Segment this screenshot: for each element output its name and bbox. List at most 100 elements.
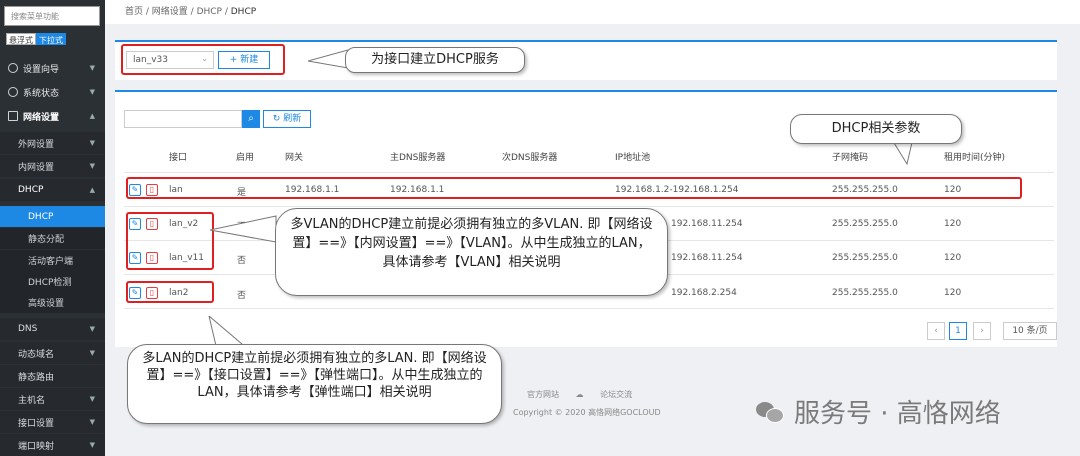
monitor-icon [8,111,18,121]
sidebar-item-label: 设置向导 [23,64,60,75]
official-site-link[interactable]: 官方网站 [527,390,559,399]
refresh-label: 刷新 [283,114,302,124]
row-divider [124,206,1054,207]
cell-enabled: 否 [237,291,247,301]
col-header-gateway: 网关 [285,153,304,163]
breadcrumb: 首页 / 网络设置 / DHCP / DHCP [105,0,1080,24]
sidebar-item-label: 静态路由 [18,372,55,383]
sidebar-item-interface[interactable]: 接口设置 ▼ [0,411,105,433]
sidebar-item-label: DNS [18,324,38,334]
sidebar-item-label: 接口设置 [18,418,55,429]
sidebar: 搜索菜单功能 悬浮式 下拉式 设置向导 ▼ 系统状态 ▼ 网络设置 ▲ 外网设置… [0,0,105,456]
chevron-down-icon: ▼ [89,64,95,72]
chevron-down-icon: ▼ [89,139,95,147]
list-search-input[interactable] [124,110,242,128]
search-button[interactable]: ⌕ [242,110,260,128]
sidebar-item-label: 端口映射 [18,441,55,452]
search-icon: ⌕ [248,113,254,124]
sidebar-item-wan[interactable]: 外网设置 ▼ [0,132,105,154]
cell-enabled: 否 [237,256,247,266]
refresh-button[interactable]: ↻ 刷新 [263,110,311,128]
callout-pointer [308,49,348,69]
sidebar-item-system-status[interactable]: 系统状态 ▼ [0,80,105,104]
prev-page-button[interactable]: ‹ [927,322,945,340]
mode-tab-float[interactable]: 悬浮式 [6,33,36,45]
sidebar-item-label: 主机名 [18,395,46,406]
cloud-icon: ☁ [575,390,584,399]
cell-ip-pool: 192.168.11.254 [671,253,743,263]
menu-search-input[interactable]: 搜索菜单功能 [4,6,100,26]
breadcrumb-dhcp[interactable]: DHCP [197,7,222,17]
breadcrumb-network[interactable]: 网络设置 [152,7,188,17]
forum-link[interactable]: 论坛交流 [600,390,632,399]
menu-mode-toggle: 悬浮式 下拉式 [6,33,66,45]
callout-vlan-note: 多VLAN的DHCP建立前提必须拥有独立的多VLAN. 即【网络设置】==》【内… [275,208,668,296]
highlight-lan2-row [126,281,214,303]
sidebar-item-lan[interactable]: 内网设置 ▼ [0,155,105,177]
watermark-text: 服务号 · 高恪网络 [794,399,1001,429]
breadcrumb-current: DHCP [230,7,257,17]
row-divider [124,172,1054,173]
col-header-subnet: 子网掩码 [832,153,869,163]
cell-subnet: 255.255.255.0 [832,219,898,229]
cell-ip-pool: 192.168.11.254 [671,219,743,229]
sidebar-item-dhcp-group[interactable]: DHCP ▲ [0,179,105,201]
chevron-down-icon: ▼ [89,395,95,403]
mode-tab-dropdown[interactable]: 下拉式 [36,33,66,45]
breadcrumb-home[interactable]: 首页 [125,7,143,17]
highlight-lan-row [126,177,1022,199]
copyright: Copyright © 2020 高恪网络GOCLOUD [513,408,661,417]
chevron-down-icon: ▼ [89,441,95,449]
sidebar-item-label: DHCP [18,185,44,195]
next-page-button[interactable]: › [973,322,991,340]
cell-lease: 120 [944,219,962,229]
sidebar-item-label: 外网设置 [18,139,55,150]
highlight-create-box [121,44,285,75]
cell-ip-pool: 192.168.2.254 [671,288,737,298]
col-header-dns1: 主DNS服务器 [390,153,446,163]
col-header-dns2: 次DNS服务器 [502,153,558,163]
cell-subnet: 255.255.255.0 [832,253,898,263]
page-size-select[interactable]: 10 条/页 [1003,322,1057,340]
gear-icon [8,63,18,73]
sidebar-item-hostname[interactable]: 主机名 ▼ [0,388,105,410]
col-header-ip-pool: IP地址池 [615,153,651,163]
sidebar-item-static-route[interactable]: 静态路由 [0,365,105,387]
footer-links: 官方网站 ☁ 论坛交流 [527,389,632,400]
highlight-vlan-rows [126,212,214,270]
col-header-interface: 接口 [169,153,188,163]
chevron-up-icon: ▲ [89,112,95,120]
callout-create-dhcp: 为接口建立DHCP服务 [345,47,525,73]
watermark: 服务号 · 高恪网络 [756,393,1001,430]
chevron-up-icon: ▲ [89,186,95,194]
sidebar-item-network-settings[interactable]: 网络设置 ▲ [0,104,105,128]
page-number-button[interactable]: 1 [949,322,967,340]
sidebar-item-setup-wizard[interactable]: 设置向导 ▼ [0,56,105,80]
sidebar-item-label: 内网设置 [18,162,55,173]
sidebar-item-advanced[interactable]: 高级设置 [0,292,105,313]
sidebar-item-label: 动态域名 [18,349,55,360]
chevron-down-icon: ▼ [89,162,95,170]
sidebar-item-label: 系统状态 [23,88,60,99]
sidebar-item-port-mapping[interactable]: 端口映射 ▼ [0,434,105,456]
col-header-lease: 租用时间(分钟) [944,153,1006,163]
cell-subnet: 255.255.255.0 [832,288,898,298]
status-icon [8,87,18,97]
sidebar-item-ddns[interactable]: 动态域名 ▼ [0,342,105,364]
chevron-down-icon: ▼ [89,88,95,96]
sidebar-item-label: 网络设置 [23,112,60,123]
sidebar-item-static-assign[interactable]: 静态分配 [0,228,105,249]
cell-lease: 120 [944,253,962,263]
sidebar-item-active-clients[interactable]: 活动客户端 [0,250,105,271]
chevron-down-icon: ▼ [89,349,95,357]
chevron-down-icon: ▼ [89,325,95,333]
cell-lease: 120 [944,288,962,298]
chevron-down-icon: ▼ [89,418,95,426]
col-header-enabled: 启用 [236,153,255,163]
sidebar-item-dhcp[interactable]: DHCP [0,206,105,227]
wechat-icon [756,400,786,424]
sidebar-item-dns[interactable]: DNS ▼ [0,318,105,340]
sidebar-item-dhcp-detect[interactable]: DHCP检测 [0,271,105,292]
refresh-icon: ↻ [272,114,284,124]
row-divider [124,308,1054,309]
